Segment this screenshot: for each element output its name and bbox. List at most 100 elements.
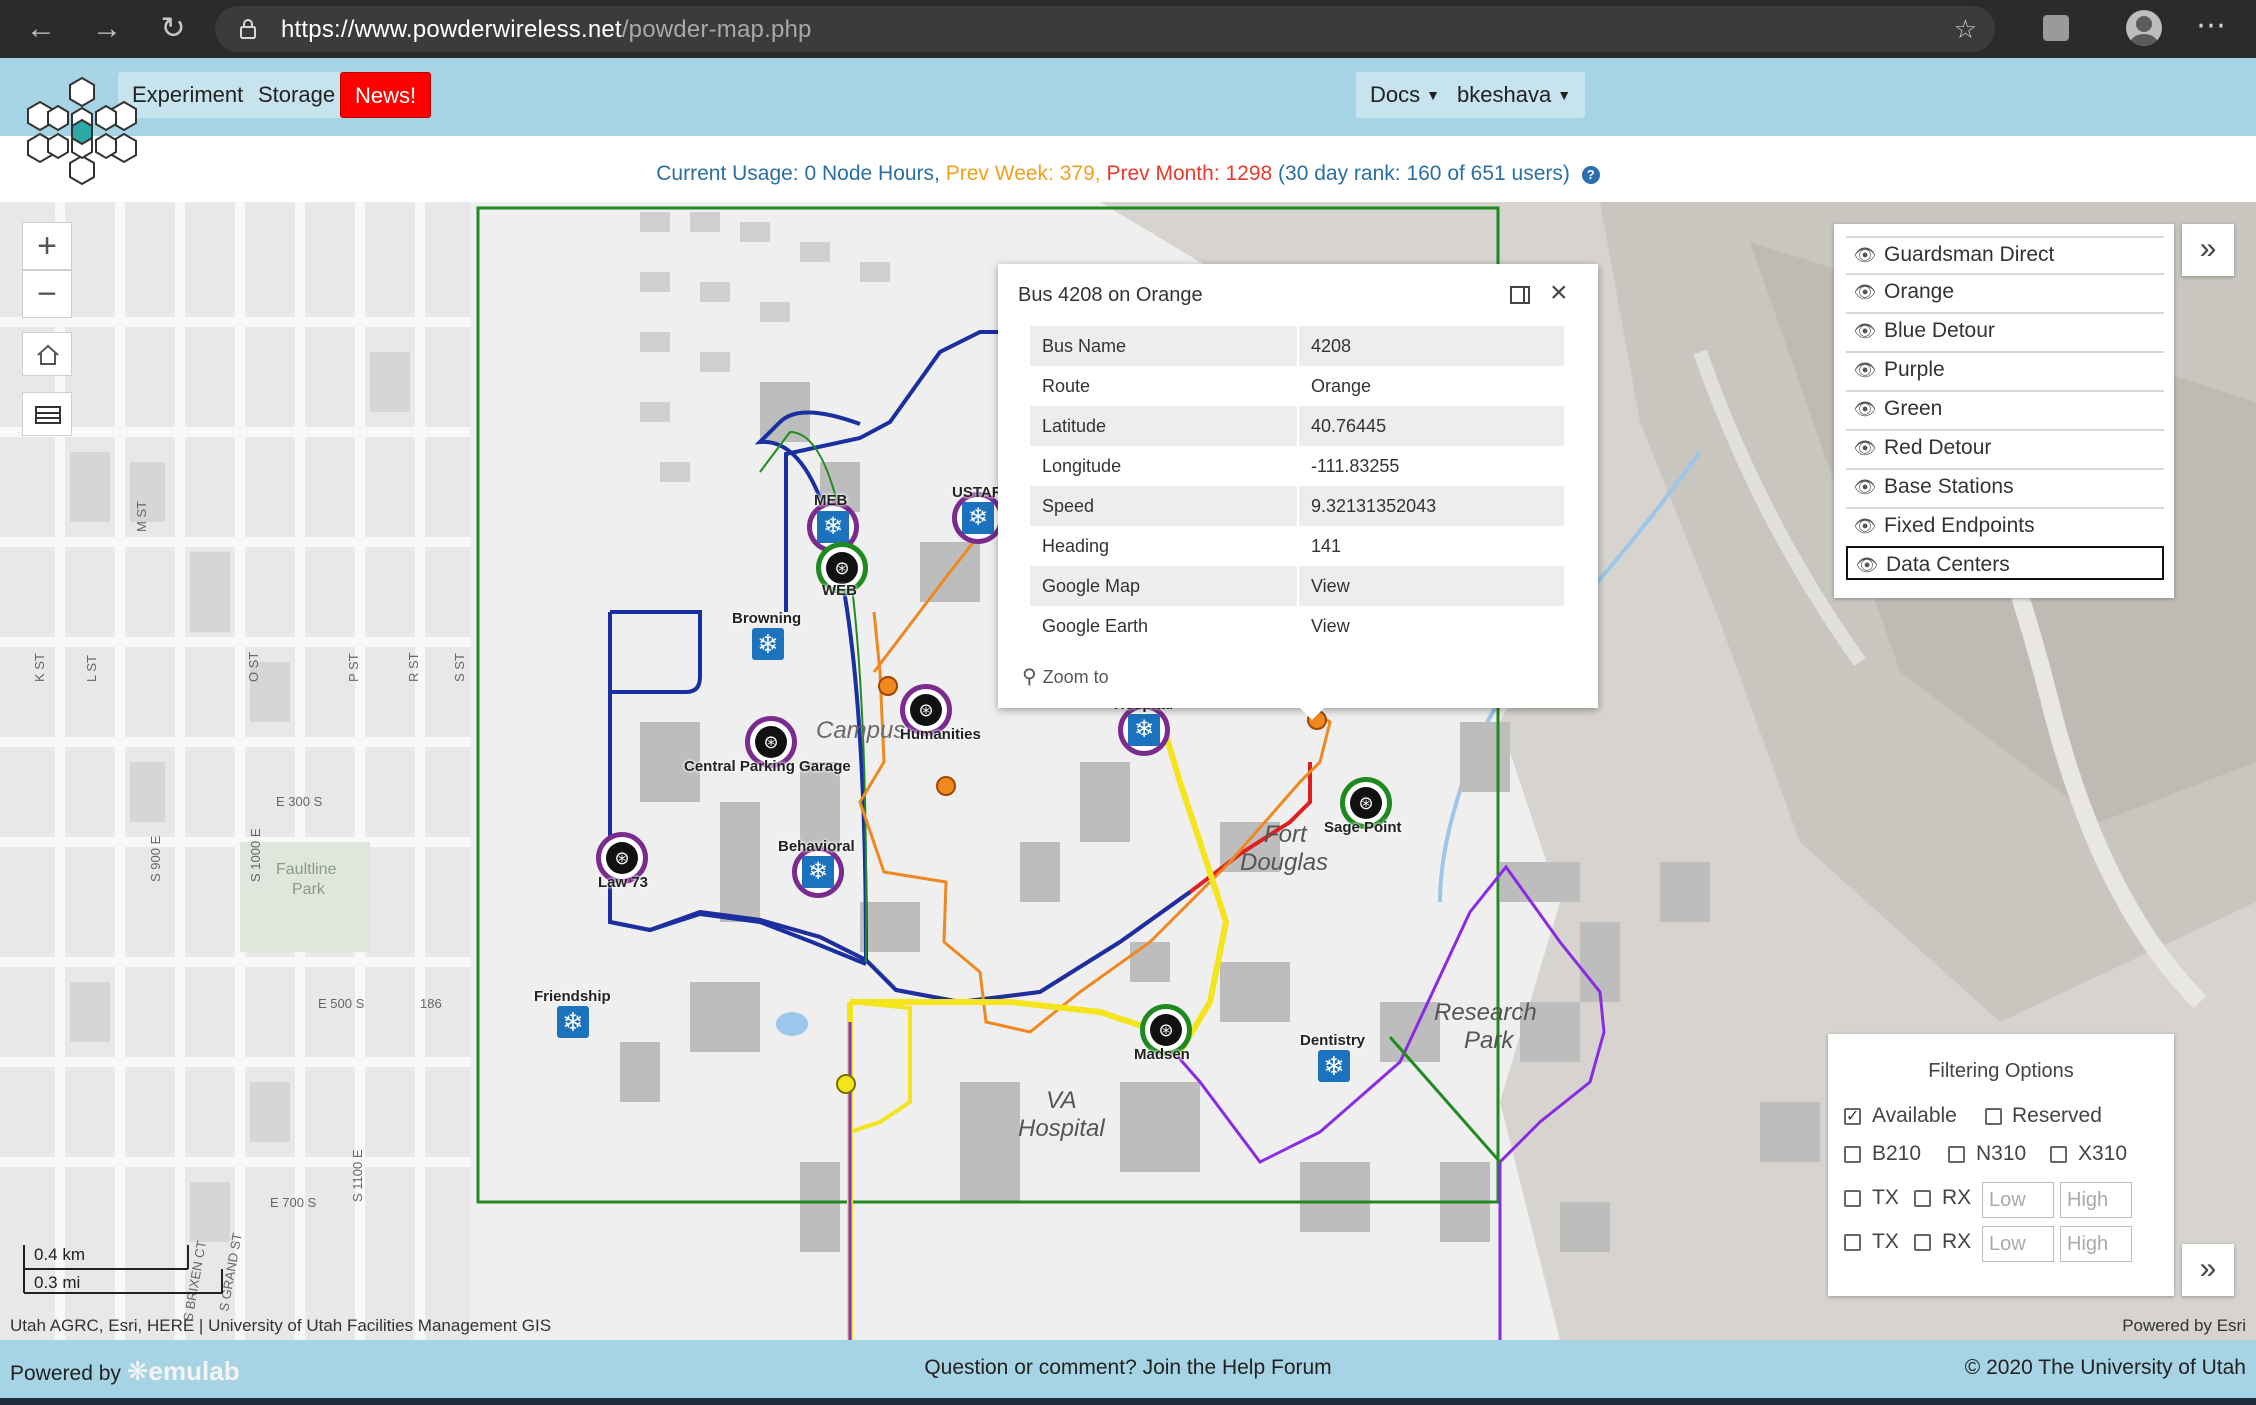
marker-label-humanities: Humanities — [900, 726, 981, 743]
close-icon[interactable]: × — [1550, 276, 1568, 310]
extension-icon[interactable] — [2043, 15, 2069, 41]
google-earth-link[interactable]: View — [1298, 606, 1564, 646]
layer-green[interactable]: 👁 Green — [1846, 390, 2164, 424]
home-button[interactable] — [22, 332, 72, 376]
layer-purple[interactable]: 👁 Purple — [1846, 351, 2164, 385]
tx-checkbox[interactable] — [1844, 1234, 1861, 1251]
basemap-toggle-button[interactable] — [22, 392, 72, 436]
eye-icon[interactable]: 👁 — [1846, 431, 1884, 465]
svg-text:Fort: Fort — [1264, 821, 1308, 848]
eye-icon[interactable]: 👁 — [1846, 392, 1884, 426]
bus-marker-yellow[interactable] — [836, 1074, 856, 1094]
back-arrow-icon[interactable]: ← — [22, 10, 60, 48]
x310-label: X310 — [2078, 1142, 2128, 1165]
n310-label: N310 — [1976, 1142, 2027, 1165]
layer-red-detour[interactable]: 👁 Red Detour — [1846, 429, 2164, 463]
eye-icon[interactable]: 👁 — [1846, 353, 1884, 387]
expand-layers-icon[interactable]: » — [2182, 224, 2234, 276]
low-input[interactable]: Low — [1982, 1182, 2054, 1218]
help-forum-link[interactable]: Question or comment? Join the Help Forum — [0, 1356, 2256, 1380]
browser-menu-icon[interactable]: ⋯ — [2196, 8, 2227, 43]
eye-icon[interactable]: 👁 — [1846, 509, 1884, 543]
bookmark-star-icon[interactable]: ☆ — [1954, 14, 1977, 45]
docs-menu[interactable]: Docs ▼ — [1356, 72, 1454, 118]
dock-popup-icon[interactable] — [1510, 286, 1530, 304]
svg-text:Park: Park — [292, 881, 326, 898]
help-question-icon[interactable]: ? — [1581, 166, 1600, 184]
eye-icon[interactable]: 👁 — [1846, 275, 1884, 309]
news-button[interactable]: News! — [340, 72, 432, 118]
snowflake-icon: ❄ — [802, 856, 834, 888]
reserved-checkbox[interactable] — [1985, 1108, 2002, 1125]
layer-fixed-endpoints[interactable]: 👁 Fixed Endpoints — [1846, 507, 2164, 541]
svg-text:VA: VA — [1046, 1087, 1077, 1114]
eye-icon[interactable]: 👁 — [1846, 470, 1884, 504]
svg-text:E 700 S: E 700 S — [270, 1195, 317, 1210]
zoom-in-button[interactable]: + — [22, 222, 72, 270]
scale-bar: 0.4 km 0.3 mi — [22, 1241, 242, 1302]
basemap-icon — [35, 406, 61, 424]
os-taskbar — [0, 1398, 2256, 1405]
address-bar[interactable]: https://www.powderwireless.net/powder-ma… — [215, 6, 1995, 52]
layer-orange[interactable]: 👁 Orange — [1846, 273, 2164, 307]
reload-icon[interactable]: ↻ — [154, 10, 192, 48]
marker-label-behavioral: Behavioral — [778, 838, 855, 855]
url-text: https://www.powderwireless.net/powder-ma… — [281, 16, 812, 43]
rx-label: RX — [1942, 1230, 1972, 1253]
svg-text:S 900 E: S 900 E — [148, 835, 163, 882]
high-input[interactable]: High — [2060, 1226, 2132, 1262]
svg-text:Research: Research — [1434, 999, 1537, 1026]
table-row: Speed 9.32131352043 — [1030, 486, 1564, 526]
svg-text:P ST: P ST — [346, 653, 361, 682]
eye-icon[interactable]: 👁 — [1846, 238, 1884, 272]
eye-icon[interactable]: 👁 — [1846, 314, 1884, 348]
popup-title: Bus 4208 on Orange — [1018, 284, 1203, 306]
marker-label-law73: Law 73 — [598, 874, 649, 891]
marker-label-ustar: USTAR — [952, 484, 1003, 501]
tx-checkbox[interactable] — [1844, 1190, 1861, 1207]
powder-map[interactable]: M ST L ST K ST O ST P ST R ST S ST S 900… — [0, 202, 2256, 1340]
layer-list-panel: 👁 Guardsman Direct 👁 Orange 👁 Blue Detour 👁… — [1834, 224, 2174, 598]
high-input[interactable]: High — [2060, 1182, 2132, 1218]
antenna-icon: ⊛ — [755, 726, 787, 758]
zoom-out-button[interactable]: − — [22, 270, 72, 318]
zoom-to-button[interactable]: ⚲ Zoom to — [1022, 664, 1109, 689]
bus-marker-orange[interactable] — [936, 776, 956, 796]
b210-checkbox[interactable] — [1844, 1146, 1861, 1163]
marker-browning[interactable]: ❄ — [752, 628, 784, 660]
forward-arrow-icon[interactable]: → — [88, 10, 126, 48]
svg-text:Campus: Campus — [816, 717, 905, 744]
marker-label-web: WEB — [822, 582, 857, 599]
profile-avatar-icon[interactable] — [2126, 10, 2162, 46]
marker-label-central-parking-garage: Central Parking Garage — [684, 758, 851, 775]
bus-attributes-table: Bus Name 4208 Route Orange Latitude 40.7644… — [1030, 326, 1564, 646]
layer-guardsman-direct[interactable]: 👁 Guardsman Direct — [1846, 236, 2164, 270]
low-input[interactable]: Low — [1982, 1226, 2054, 1262]
layer-blue-detour[interactable]: 👁 Blue Detour — [1846, 312, 2164, 346]
rx-checkbox[interactable] — [1914, 1190, 1931, 1207]
user-menu[interactable]: bkeshava ▼ — [1443, 72, 1586, 118]
bus-marker-orange[interactable] — [878, 676, 898, 696]
expand-filter-icon[interactable]: » — [2182, 1244, 2234, 1296]
layer-base-stations[interactable]: 👁 Base Stations — [1846, 468, 2164, 502]
available-checkbox[interactable] — [1844, 1106, 1861, 1126]
eye-icon[interactable]: 👁 — [1848, 548, 1886, 582]
table-row: Longitude -111.83255 — [1030, 446, 1564, 486]
marker-dentistry[interactable]: ❄ — [1318, 1050, 1350, 1082]
b210-label: B210 — [1872, 1142, 1922, 1165]
x310-checkbox[interactable] — [2050, 1146, 2067, 1163]
marker-label-friendship: Friendship — [534, 988, 611, 1005]
lock-icon — [240, 19, 256, 39]
svg-text:M ST: M ST — [134, 501, 149, 532]
n310-checkbox[interactable] — [1948, 1146, 1965, 1163]
google-map-link[interactable]: View — [1298, 566, 1564, 606]
powered-by-esri[interactable]: Powered by Esri — [2122, 1316, 2246, 1336]
prev-month-usage: Prev Month: 1298 — [1106, 162, 1273, 185]
snowflake-icon: ❄ — [1323, 1051, 1345, 1081]
table-row: Latitude 40.76445 — [1030, 406, 1564, 446]
marker-friendship[interactable]: ❄ — [557, 1006, 589, 1038]
layer-data-centers[interactable]: 👁 Data Centers — [1846, 546, 2164, 580]
svg-text:K ST: K ST — [32, 653, 47, 682]
rx-checkbox[interactable] — [1914, 1234, 1931, 1251]
site-footer: Powered by ❋emulab Question or comment? … — [0, 1340, 2256, 1400]
